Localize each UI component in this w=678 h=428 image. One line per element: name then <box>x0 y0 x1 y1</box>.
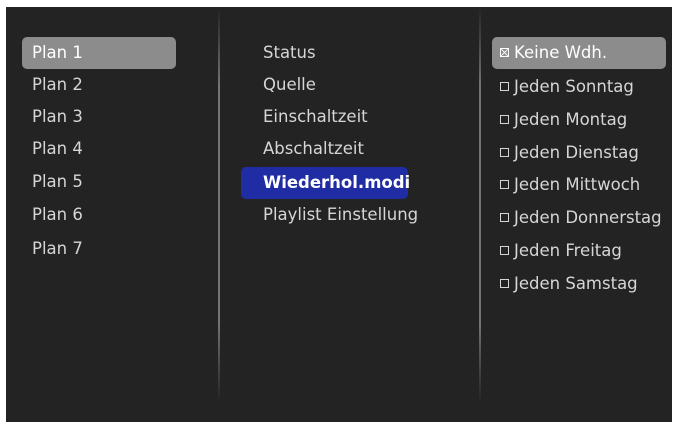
repeat-option-label: Jeden Freitag <box>514 241 622 260</box>
setting-item-source[interactable]: Quelle <box>241 69 408 101</box>
column-divider-left <box>218 7 220 402</box>
repeat-option-label: Jeden Samstag <box>514 274 638 293</box>
repeat-option-friday[interactable]: Jeden Freitag <box>492 235 666 267</box>
setting-item-label: Abschaltzeit <box>263 139 364 158</box>
repeat-option-label: Jeden Montag <box>514 110 628 129</box>
repeat-option-monday[interactable]: Jeden Montag <box>492 104 666 136</box>
checkbox-icon <box>500 148 509 157</box>
checkbox-icon <box>500 115 509 124</box>
setting-item-on-time[interactable]: Einschaltzeit <box>241 101 408 133</box>
plan-item-label: Plan 6 <box>32 205 83 224</box>
checked-box-icon <box>500 48 509 57</box>
setting-item-label: Einschaltzeit <box>263 107 368 126</box>
repeat-option-sunday[interactable]: Jeden Sonntag <box>492 71 666 103</box>
repeat-option-wednesday[interactable]: Jeden Mittwoch <box>492 169 666 201</box>
plan-item-label: Plan 2 <box>32 75 83 94</box>
plan-item-label: Plan 3 <box>32 107 83 126</box>
plan-item-7[interactable]: Plan 7 <box>22 233 176 265</box>
repeat-option-label: Jeden Sonntag <box>514 77 634 96</box>
checkbox-icon <box>500 180 509 189</box>
plan-item-4[interactable]: Plan 4 <box>22 133 176 165</box>
plan-item-5[interactable]: Plan 5 <box>22 166 176 198</box>
column-divider-right <box>479 7 481 402</box>
plan-item-label: Plan 1 <box>32 43 83 62</box>
setting-item-status[interactable]: Status <box>241 37 408 69</box>
repeat-option-thursday[interactable]: Jeden Donnerstag <box>492 202 666 234</box>
repeat-option-label: Jeden Mittwoch <box>514 175 641 194</box>
repeat-option-none[interactable]: Keine Wdh. <box>492 37 666 69</box>
plan-item-label: Plan 7 <box>32 239 83 258</box>
plan-item-6[interactable]: Plan 6 <box>22 199 176 231</box>
plan-item-3[interactable]: Plan 3 <box>22 101 176 133</box>
repeat-option-label: Jeden Dienstag <box>514 143 639 162</box>
setting-item-playlist[interactable]: Playlist Einstellung <box>241 199 418 231</box>
repeat-option-saturday[interactable]: Jeden Samstag <box>492 268 666 300</box>
plan-item-1[interactable]: Plan 1 <box>22 37 176 69</box>
plan-item-2[interactable]: Plan 2 <box>22 69 176 101</box>
setting-item-repeat-mode[interactable]: Wiederhol.modi <box>241 167 411 199</box>
repeat-option-tuesday[interactable]: Jeden Dienstag <box>492 137 666 169</box>
setting-item-label: Playlist Einstellung <box>263 205 419 224</box>
checkbox-icon <box>500 82 509 91</box>
setting-item-label: Wiederhol.modi <box>263 173 411 192</box>
setting-item-label: Quelle <box>263 75 316 94</box>
plan-item-label: Plan 5 <box>32 172 83 191</box>
checkbox-icon <box>500 279 509 288</box>
checkbox-icon <box>500 246 509 255</box>
osd-screen: Plan 1 Plan 2 Plan 3 Plan 4 Plan 5 Plan … <box>6 7 672 422</box>
setting-item-off-time[interactable]: Abschaltzeit <box>241 133 408 165</box>
repeat-option-label: Keine Wdh. <box>514 43 608 62</box>
plan-item-label: Plan 4 <box>32 139 83 158</box>
repeat-option-label: Jeden Donnerstag <box>514 208 662 227</box>
checkbox-icon <box>500 213 509 222</box>
setting-item-label: Status <box>263 43 316 62</box>
